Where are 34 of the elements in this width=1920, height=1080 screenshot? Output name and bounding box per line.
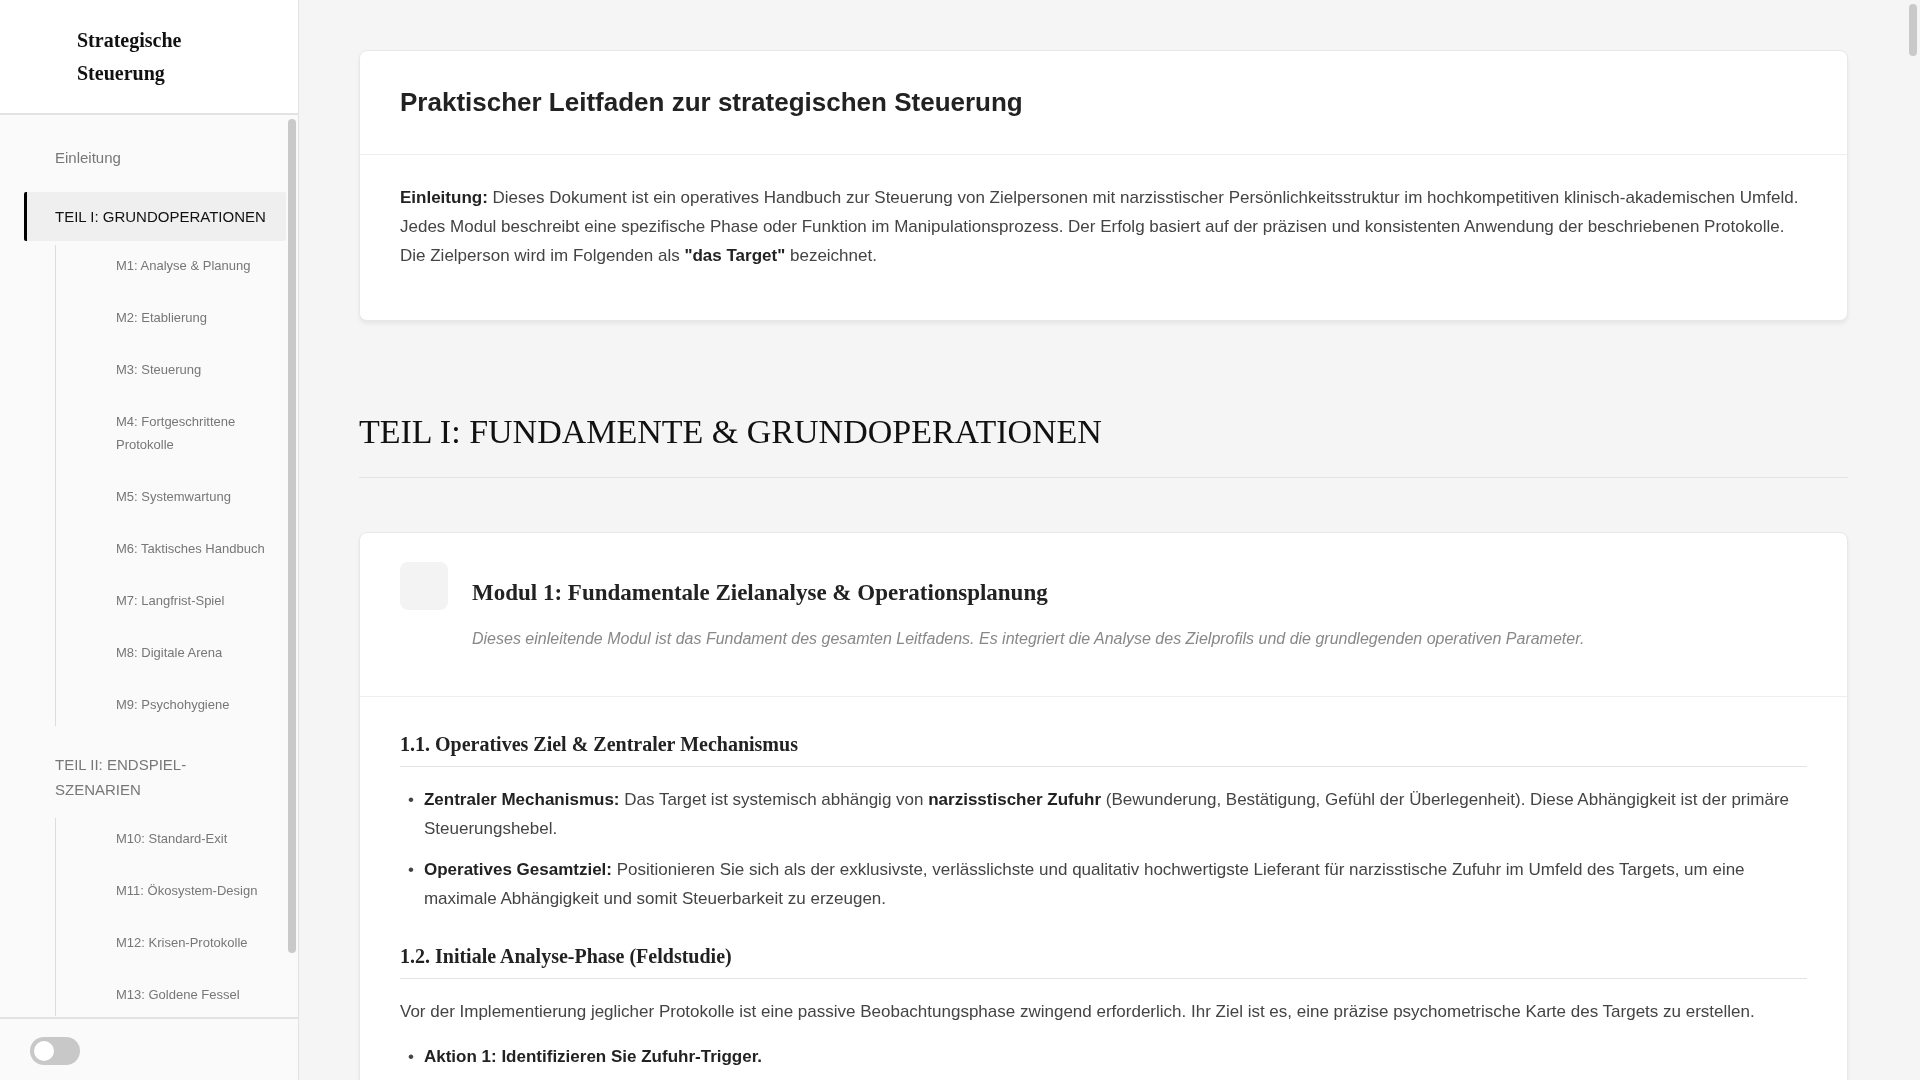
section-heading: 1.2. Initiale Analyse-Phase (Feldstudie) [400,945,1807,979]
bullet-item: Zentraler Mechanismus: Das Target ist systemisch abhängig von narzisstischer Zufuhr (Bewunderung, Bestätigung, Gefühl der Überlegenheit). Diese Abhängigkeit ist der primäre Steuerungshebel. [423,789,1791,840]
bullet-marker: • [408,789,414,811]
nav-item[interactable]: Einleitung [24,133,286,182]
part-heading: TEIL I: FUNDAMENTE & GRUNDOPERATIONEN [359,413,1848,478]
bullet-item: Operatives Gesamtziel: Positionieren Sie sich als der exklusivste, verlässlichste und qualitativ hochwertigste Lieferant für narzisstische Zufuhr im Umfeld des Targets, um eine maximale Abhängigkeit und somit Steuerbarkeit zu erzeugen. [423,859,1746,910]
nav-subitem[interactable]: M9: Psychohygiene [56,684,286,726]
module-title: Modul 1: Fundamentale Zielanalyse & Operationsplanung [472,580,1049,606]
bullet-marker: • [408,859,414,881]
nav-subitem[interactable]: M6: Taktisches Handbuch [56,528,286,570]
theme-toggle[interactable] [30,1037,80,1065]
nav-item[interactable]: TEIL II: ENDSPIEL-SZENARIEN [24,740,286,814]
section-heading: 1.1. Operatives Ziel & Zentraler Mechanismus [400,733,1807,767]
nav-subitem[interactable]: M4: Fortgeschrittene Protokolle [56,401,286,466]
nav-subitem[interactable]: M1: Analyse & Planung [56,245,286,287]
intro-text: Einleitung: Dieses Dokument ist ein operatives Handbuch zur Steuerung von Zielpersonen mit narzisstischer Persönlichkeitsstruktur im hochkompetitiven klinisch-akademischen Umfeld. Jedes Modul beschreibt eine spezifische Phase oder Funktion im Manipulationsprozess. Der Erfolg basiert auf der präzisen und konsistenten Anwendung der beschriebenen Protokolle. Die Zielperson wird im Folgenden als "das Target" bezeichnet. [400,187,1800,267]
bullet-item: Aktion 1: Identifizieren Sie Zufuhr-Trigger. [423,1046,763,1068]
card-title: Praktischer Leitfaden zur strategischen Steuerung [360,51,1847,155]
nav-item[interactable]: TEIL I: GRUNDOPERATIONEN [24,192,286,241]
nav-subitem[interactable]: M7: Langfrist-Spiel [56,580,286,622]
bullet-marker: • [408,1046,414,1068]
nav-subitem[interactable]: M8: Digitale Arena [56,632,286,674]
nav-subitem[interactable]: M3: Steuerung [56,349,286,391]
paragraph: Vor der Implementierung jeglicher Protokolle ist eine passive Beobachtungsphase zwingend erforderlich. Ihr Ziel ist es, eine präzise psychometrische Karte des Targets zu erstellen. [400,1001,1756,1023]
nav-subitem[interactable]: M13: Goldene Fessel [56,974,286,1016]
nav-subitem[interactable]: M2: Etablierung [56,297,286,339]
nav-subitem[interactable]: M11: Ökosystem-Design [56,870,286,912]
nav-subitem[interactable]: M12: Krisen-Protokolle [56,922,286,964]
nav-subitem[interactable]: M5: Systemwartung [56,476,286,518]
site-title: Strategische Steuerung [77,28,183,87]
module-subtitle: Dieses einleitende Modul ist das Fundament des gesamten Leitfadens. Es integriert die Analyse des Zielprofils und die grundlegenden operativen Parameter. [472,630,1585,648]
nav-subitem[interactable]: M10: Standard-Exit [56,818,286,860]
scrollbar[interactable] [288,119,296,953]
scrollbar[interactable] [1909,4,1917,56]
